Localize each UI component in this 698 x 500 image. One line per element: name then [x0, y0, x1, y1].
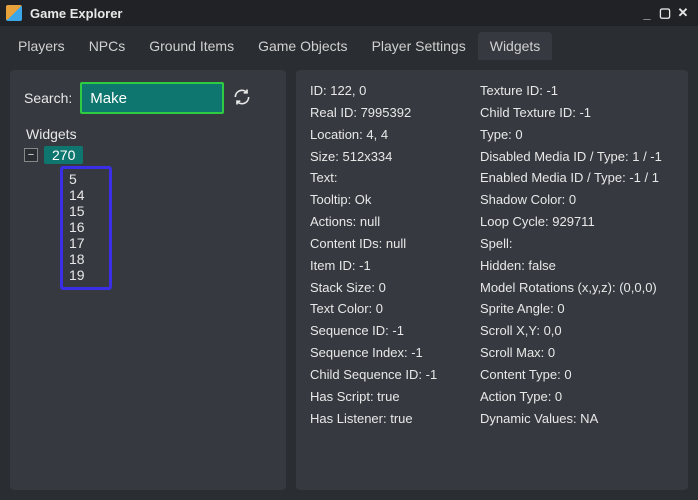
- close-button[interactable]: ✕: [674, 5, 692, 21]
- detail-child-texture-id: Child Texture ID: -1: [480, 104, 674, 123]
- detail-hidden: Hidden: false: [480, 257, 674, 276]
- tab-bar: Players NPCs Ground Items Game Objects P…: [0, 26, 698, 60]
- detail-spell: Spell:: [480, 235, 674, 254]
- details-panel: ID: 122, 0 Texture ID: -1 Real ID: 79953…: [296, 70, 688, 490]
- left-panel: Search: Widgets − 270 5 14 15 16: [10, 70, 286, 490]
- tree-children-highlight: 5 14 15 16 17 18 19: [60, 166, 112, 290]
- refresh-icon[interactable]: [232, 87, 252, 110]
- tree-child[interactable]: 19: [69, 267, 103, 283]
- detail-content-ids: Content IDs: null: [310, 235, 470, 254]
- tab-players[interactable]: Players: [6, 32, 77, 60]
- widget-tree: − 270 5 14 15 16 17 18 19: [24, 146, 272, 290]
- detail-text-color: Text Color: 0: [310, 300, 470, 319]
- detail-item-id: Item ID: -1: [310, 257, 470, 276]
- detail-sequence-index: Sequence Index: -1: [310, 344, 470, 363]
- detail-loop-cycle: Loop Cycle: 929711: [480, 213, 674, 232]
- detail-disabled-media: Disabled Media ID / Type: 1 / -1: [480, 148, 674, 167]
- detail-scroll-max: Scroll Max: 0: [480, 344, 674, 363]
- tree-child[interactable]: 18: [69, 251, 103, 267]
- detail-id: ID: 122, 0: [310, 82, 470, 101]
- window-title: Game Explorer: [30, 6, 638, 21]
- tab-widgets[interactable]: Widgets: [478, 32, 553, 60]
- detail-size: Size: 512x334: [310, 148, 470, 167]
- detail-sprite-angle: Sprite Angle: 0: [480, 300, 674, 319]
- tree-header: Widgets: [26, 126, 272, 142]
- detail-texture-id: Texture ID: -1: [480, 82, 674, 101]
- detail-shadow-color: Shadow Color: 0: [480, 191, 674, 210]
- tree-collapse-toggle[interactable]: −: [24, 148, 38, 162]
- detail-scroll-xy: Scroll X,Y: 0,0: [480, 322, 674, 341]
- tree-parent-row: − 270: [24, 146, 272, 164]
- detail-model-rotations: Model Rotations (x,y,z): (0,0,0): [480, 279, 674, 298]
- detail-actions: Actions: null: [310, 213, 470, 232]
- detail-real-id: Real ID: 7995392: [310, 104, 470, 123]
- details-grid: ID: 122, 0 Texture ID: -1 Real ID: 79953…: [310, 82, 674, 429]
- content-area: Search: Widgets − 270 5 14 15 16: [0, 60, 698, 500]
- detail-stack-size: Stack Size: 0: [310, 279, 470, 298]
- tab-game-objects[interactable]: Game Objects: [246, 32, 359, 60]
- tree-child[interactable]: 14: [69, 187, 103, 203]
- tree-child[interactable]: 15: [69, 203, 103, 219]
- search-highlight: [80, 82, 224, 114]
- tree-child[interactable]: 5: [69, 171, 103, 187]
- tab-player-settings[interactable]: Player Settings: [360, 32, 478, 60]
- detail-has-script: Has Script: true: [310, 388, 470, 407]
- detail-enabled-media: Enabled Media ID / Type: -1 / 1: [480, 169, 674, 188]
- tree-child[interactable]: 16: [69, 219, 103, 235]
- search-row: Search:: [24, 82, 272, 114]
- app-window: Game Explorer _ ▢ ✕ Players NPCs Ground …: [0, 0, 698, 500]
- tree-parent-node[interactable]: 270: [44, 146, 83, 164]
- search-label: Search:: [24, 90, 72, 106]
- detail-child-sequence-id: Child Sequence ID: -1: [310, 366, 470, 385]
- title-bar: Game Explorer _ ▢ ✕: [0, 0, 698, 26]
- tab-npcs[interactable]: NPCs: [77, 32, 138, 60]
- detail-content-type: Content Type: 0: [480, 366, 674, 385]
- detail-has-listener: Has Listener: true: [310, 410, 470, 429]
- detail-sequence-id: Sequence ID: -1: [310, 322, 470, 341]
- maximize-button[interactable]: ▢: [656, 5, 674, 21]
- tab-ground-items[interactable]: Ground Items: [137, 32, 246, 60]
- app-logo-icon: [6, 5, 22, 21]
- search-input[interactable]: [82, 84, 222, 112]
- detail-action-type: Action Type: 0: [480, 388, 674, 407]
- detail-type: Type: 0: [480, 126, 674, 145]
- detail-tooltip: Tooltip: Ok: [310, 191, 470, 210]
- minimize-button[interactable]: _: [638, 6, 656, 21]
- detail-location: Location: 4, 4: [310, 126, 470, 145]
- detail-dynamic-values: Dynamic Values: NA: [480, 410, 674, 429]
- tree-child[interactable]: 17: [69, 235, 103, 251]
- detail-text: Text:: [310, 169, 470, 188]
